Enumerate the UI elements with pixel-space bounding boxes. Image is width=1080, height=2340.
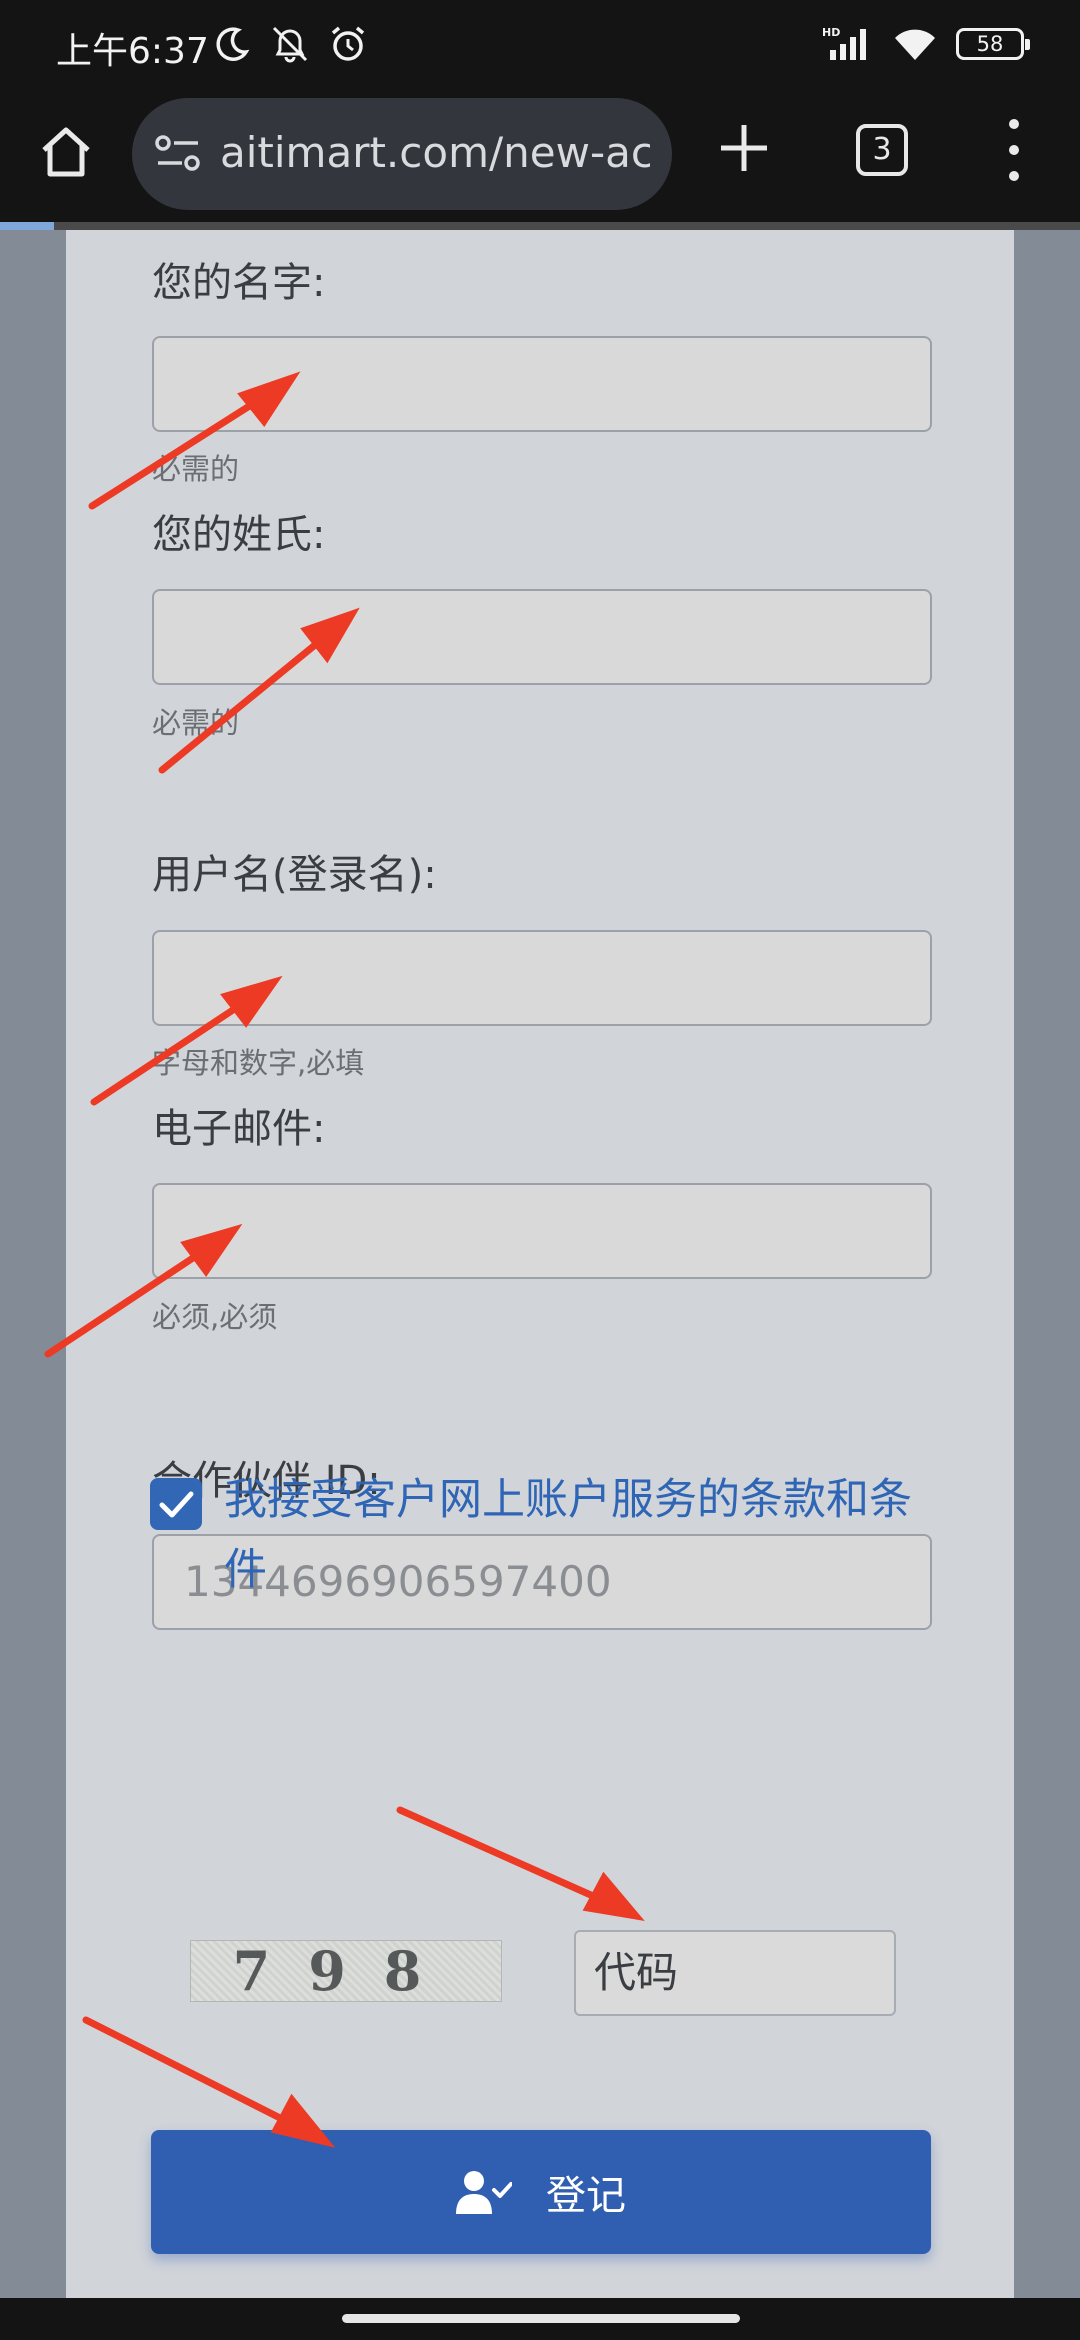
status-left-icons <box>212 24 368 64</box>
gesture-nav-bar <box>0 2298 1080 2340</box>
home-indicator[interactable] <box>342 2314 740 2323</box>
mute-icon <box>272 26 308 63</box>
last-name-input[interactable] <box>152 589 932 685</box>
register-label: 登记 <box>546 2173 626 2219</box>
username-label: 用户名(登录名): <box>152 852 437 898</box>
url-text: aitimart.com/new-acc <box>220 128 650 177</box>
captcha-image: 798 <box>190 1940 502 2002</box>
status-right-icons: HD 58 <box>822 24 1030 64</box>
last-name-label: 您的姓氏: <box>152 512 326 558</box>
page-load-progress-fill <box>0 222 54 230</box>
username-help: 字母和数字,必填 <box>152 1046 365 1080</box>
user-check-icon <box>456 2171 512 2214</box>
status-time: 上午6:37 <box>56 31 209 72</box>
checkmark-icon <box>159 1491 194 1518</box>
alarm-icon <box>331 26 365 61</box>
first-name-help: 必需的 <box>152 452 240 486</box>
battery-icon: 58 <box>956 28 1030 60</box>
first-name-label: 您的名字: <box>152 260 326 306</box>
more-menu-icon[interactable] <box>994 112 1034 188</box>
first-name-input[interactable] <box>152 336 932 432</box>
email-label: 电子邮件: <box>152 1106 326 1152</box>
email-help: 必须,必须 <box>152 1300 278 1334</box>
hd-signal-icon: HD <box>822 26 866 60</box>
username-input[interactable] <box>152 930 932 1026</box>
browser-toolbar: aitimart.com/new-acc 3 <box>0 92 1080 222</box>
terms-checkbox[interactable] <box>150 1478 202 1530</box>
moon-icon <box>216 27 250 61</box>
site-settings-icon[interactable] <box>154 132 202 176</box>
last-name-help: 必需的 <box>152 706 240 740</box>
status-bar: 上午6:37 HD 58 <box>0 0 1080 92</box>
tab-switcher-button[interactable]: 3 <box>856 124 908 176</box>
svg-text:HD: HD <box>822 26 840 39</box>
registration-form: 您的名字: 必需的 您的姓氏: 必需的 用户名(登录名): 字母和数字,必填 电… <box>66 230 1014 2298</box>
url-bar[interactable]: aitimart.com/new-acc <box>132 98 672 210</box>
page-load-progress <box>0 222 1080 230</box>
register-button[interactable]: 登记 <box>151 2130 931 2254</box>
terms-link[interactable]: 我接受客户网上账户服务的条款和条件 <box>224 1465 934 1605</box>
new-tab-plus-icon[interactable] <box>716 120 772 176</box>
wifi-icon <box>895 29 935 60</box>
email-input[interactable] <box>152 1183 932 1279</box>
captcha-code-input[interactable]: 代码 <box>574 1930 896 2016</box>
home-icon[interactable] <box>36 122 96 182</box>
